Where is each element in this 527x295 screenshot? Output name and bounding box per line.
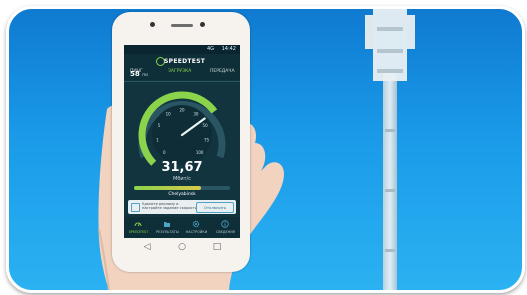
download-label: ЗАГРУЗКА xyxy=(168,69,192,74)
speed-value: 31,67 xyxy=(161,160,203,175)
cell-tower xyxy=(365,9,415,290)
speed-gauge: 0 1 5 10 20 30 50 75 100 xyxy=(138,91,226,166)
gauge-tick-label: 1 xyxy=(156,137,159,142)
speedometer-icon xyxy=(134,222,142,227)
gauge-tick-label: 50 xyxy=(203,123,209,128)
gear-icon xyxy=(192,220,200,228)
signal-indicator: 4G xyxy=(206,46,214,52)
back-icon[interactable]: ◁ xyxy=(142,242,152,252)
info-icon xyxy=(221,220,229,228)
progress-bar xyxy=(134,186,230,190)
divider xyxy=(124,81,240,82)
ping-unit: ms xyxy=(142,72,149,77)
gauge-tick-label: 10 xyxy=(166,112,172,117)
tab-label: СВЕДЕНИЯ xyxy=(215,230,236,234)
server-location: Chelyabinsk xyxy=(168,192,196,197)
tab-label: НАСТРОЙКИ xyxy=(185,230,208,234)
clock: 14:42 xyxy=(221,46,236,52)
folder-icon xyxy=(164,222,170,227)
promo-text: Удалите рекламу и настройте задание скор… xyxy=(142,202,197,211)
tab-settings[interactable]: НАСТРОЙКИ xyxy=(182,217,211,238)
bottom-tabs: SPEEDTEST РЕЗУЛЬТАТЫ НАСТРОЙКИ СВЕДЕНИЯ xyxy=(124,217,240,238)
promo-button[interactable]: Отключить xyxy=(196,202,234,213)
tab-results[interactable]: РЕЗУЛЬТАТЫ xyxy=(153,217,182,238)
phone-screen: 4G 14:42 SPEEDTEST ПИНГ ЗАГРУЗКА ПЕРЕДАЧ… xyxy=(124,45,240,238)
gauge-tick-label: 0 xyxy=(163,150,166,155)
progress-fill xyxy=(134,186,202,190)
promo-banner: Удалите рекламу и настройте задание скор… xyxy=(128,200,236,214)
tab-speedtest[interactable]: SPEEDTEST xyxy=(124,217,153,238)
earpiece xyxy=(171,24,193,27)
tab-label: РЕЗУЛЬТАТЫ xyxy=(156,230,179,234)
ping-number: 58 xyxy=(130,70,140,78)
gauge-tick-label: 100 xyxy=(196,150,204,155)
home-icon[interactable]: ○ xyxy=(177,242,187,252)
recents-icon[interactable]: □ xyxy=(212,242,222,252)
app-brand: SPEEDTEST xyxy=(164,58,206,65)
gauge-tick-label: 30 xyxy=(193,112,199,117)
sensor xyxy=(200,22,205,27)
ping-value: 58 ms xyxy=(130,70,148,78)
gauge-tick-label: 75 xyxy=(204,137,210,142)
photo-frame: 4G 14:42 SPEEDTEST ПИНГ ЗАГРУЗКА ПЕРЕДАЧ… xyxy=(6,6,525,293)
upload-label: ПЕРЕДАЧА xyxy=(210,69,235,74)
phone: 4G 14:42 SPEEDTEST ПИНГ ЗАГРУЗКА ПЕРЕДАЧ… xyxy=(112,12,250,272)
ad-icon xyxy=(131,203,140,212)
android-navbar: ◁ ○ □ xyxy=(124,240,240,254)
tab-info[interactable]: СВЕДЕНИЯ xyxy=(211,217,240,238)
front-camera xyxy=(150,22,155,27)
speed-unit: Мбит/с xyxy=(173,176,191,182)
status-bar: 4G 14:42 xyxy=(124,45,240,54)
gauge-tick-label: 5 xyxy=(158,123,161,128)
gauge-tick-label: 20 xyxy=(179,108,185,113)
tab-label: SPEEDTEST xyxy=(128,230,149,234)
